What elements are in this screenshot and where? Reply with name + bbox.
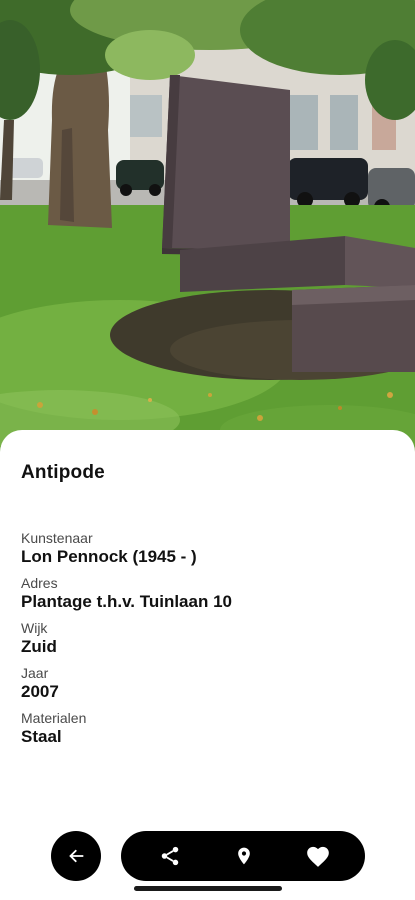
artwork-details: Kunstenaar Lon Pennock (1945 - ) Adres P… <box>21 530 401 755</box>
artist-label: Kunstenaar <box>21 530 93 546</box>
location-button[interactable] <box>231 843 257 869</box>
district-label: Wijk <box>21 620 48 636</box>
detail-sheet: Antipode Kunstenaar Lon Pennock (1945 - … <box>0 430 415 900</box>
year-label: Jaar <box>21 665 49 681</box>
artwork-title: Antipode <box>21 462 105 483</box>
back-button[interactable] <box>51 831 101 881</box>
share-button[interactable] <box>157 843 183 869</box>
favorite-button[interactable] <box>305 843 331 869</box>
action-bar <box>121 831 365 881</box>
address-value: Plantage t.h.v. Tuinlaan 10 <box>21 592 232 611</box>
district-value: Zuid <box>21 637 57 656</box>
year-value: 2007 <box>21 682 59 701</box>
home-indicator[interactable] <box>134 886 282 891</box>
map-pin-icon <box>238 847 250 865</box>
artwork-photo <box>0 0 415 470</box>
address-label: Adres <box>21 575 58 591</box>
materials-value: Staal <box>21 727 62 746</box>
arrow-left-icon <box>69 849 84 863</box>
share-icon <box>161 846 179 866</box>
heart-icon <box>307 846 329 867</box>
artist-value: Lon Pennock (1945 - ) <box>21 547 197 566</box>
materials-label: Materialen <box>21 710 87 726</box>
